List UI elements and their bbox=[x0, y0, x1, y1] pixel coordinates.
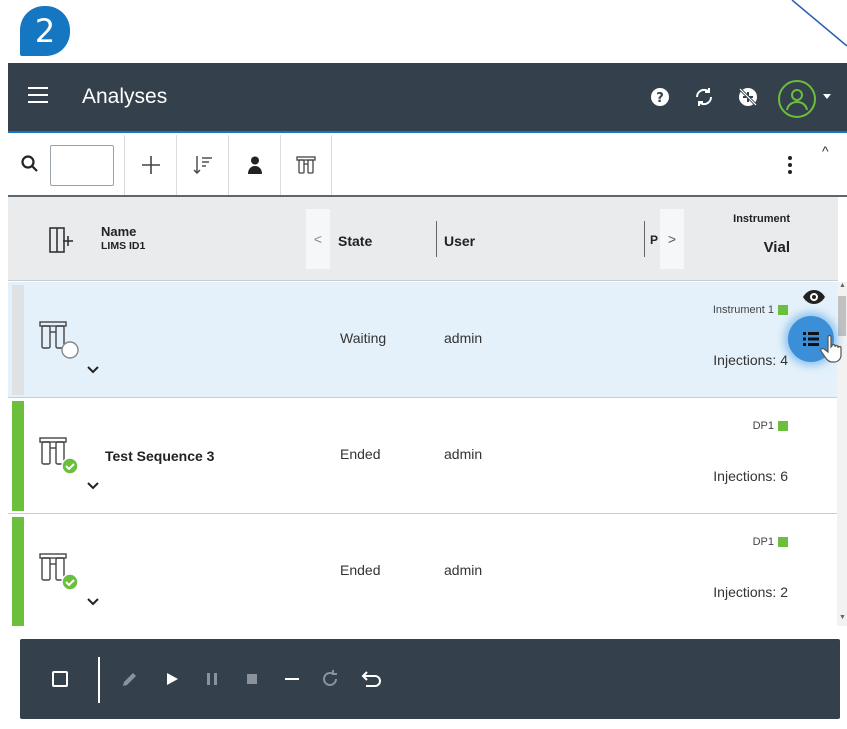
sequence-icon bbox=[38, 318, 82, 367]
scroll-up-arrow[interactable]: ▲ bbox=[839, 282, 846, 289]
list-icon bbox=[803, 332, 819, 346]
row-state: Ended bbox=[340, 562, 381, 578]
person-filter-icon bbox=[247, 156, 262, 174]
add-icon bbox=[141, 156, 160, 174]
row-state: Ended bbox=[340, 446, 381, 462]
row-instrument: Instrument 1 bbox=[608, 304, 788, 316]
analyses-list: Waiting admin Instrument 1 Injections: 4… bbox=[8, 282, 838, 626]
sequence-button[interactable] bbox=[280, 135, 332, 195]
expand-chevron-icon[interactable] bbox=[86, 594, 100, 612]
row-user: admin bbox=[444, 562, 483, 578]
column-p[interactable]: P bbox=[650, 233, 658, 247]
action-bar bbox=[20, 639, 840, 719]
table-row[interactable]: Ended admin DP1 Injections: 2 bbox=[8, 514, 838, 626]
column-state[interactable]: State bbox=[338, 233, 372, 249]
hamburger-menu-icon[interactable] bbox=[28, 87, 48, 107]
toolbar: ^ bbox=[8, 135, 847, 197]
sequence-icon bbox=[38, 550, 82, 599]
collapse-toolbar-icon[interactable]: ^ bbox=[822, 143, 829, 159]
refresh-icon[interactable] bbox=[318, 667, 342, 691]
page-title: Analyses bbox=[82, 85, 168, 108]
expand-chevron-icon[interactable] bbox=[86, 478, 100, 496]
row-status-indicator bbox=[12, 401, 24, 511]
table-row[interactable]: Waiting admin Instrument 1 Injections: 4 bbox=[8, 282, 838, 398]
instrument-status-square bbox=[778, 537, 788, 547]
top-bar: Analyses ? bbox=[8, 63, 847, 133]
row-user: admin bbox=[444, 330, 483, 346]
column-name[interactable]: Name LIMS ID1 bbox=[101, 225, 145, 253]
analyses-app: Analyses ? ^ Name LIMS ID1 < State User … bbox=[8, 63, 847, 729]
hand-cursor-icon bbox=[820, 334, 846, 369]
minus-icon[interactable] bbox=[280, 667, 304, 691]
column-resize-handle[interactable] bbox=[644, 221, 645, 257]
scroll-columns-right-button[interactable]: > bbox=[660, 209, 684, 269]
row-injections: Injections: 2 bbox=[713, 584, 788, 600]
sort-button[interactable] bbox=[176, 135, 228, 195]
column-header-row: Name LIMS ID1 < State User P > Instrumen… bbox=[8, 197, 838, 281]
row-instrument-label: DP1 bbox=[752, 420, 774, 432]
sequence-icon bbox=[296, 156, 316, 174]
add-button[interactable] bbox=[124, 135, 176, 195]
edit-icon[interactable] bbox=[118, 667, 142, 691]
scrollbar-thumb[interactable] bbox=[838, 296, 846, 336]
table-row[interactable]: Test Sequence 3 Ended admin DP1 Injectio… bbox=[8, 398, 838, 514]
row-name: Test Sequence 3 bbox=[105, 448, 215, 464]
scroll-down-arrow[interactable]: ▼ bbox=[839, 614, 846, 621]
pause-icon[interactable] bbox=[200, 667, 224, 691]
scroll-columns-left-button[interactable]: < bbox=[306, 209, 330, 269]
eye-icon[interactable] bbox=[802, 289, 826, 310]
expand-chevron-icon[interactable] bbox=[86, 362, 100, 380]
sequence-icon bbox=[38, 434, 82, 483]
person-filter-button[interactable] bbox=[228, 135, 280, 195]
row-injections: Injections: 4 bbox=[713, 352, 788, 368]
row-status-indicator bbox=[12, 517, 24, 626]
row-instrument: DP1 bbox=[608, 536, 788, 548]
svg-text:?: ? bbox=[656, 91, 664, 106]
avatar-dropdown-caret[interactable] bbox=[823, 94, 831, 99]
column-vial[interactable]: Vial bbox=[708, 239, 790, 256]
row-state: Waiting bbox=[340, 330, 387, 346]
instrument-status-square bbox=[778, 305, 788, 315]
column-user[interactable]: User bbox=[444, 233, 475, 249]
column-resize-handle[interactable] bbox=[436, 221, 437, 257]
sync-icon[interactable] bbox=[692, 85, 716, 109]
stop-icon[interactable] bbox=[240, 667, 264, 691]
row-status-indicator bbox=[12, 285, 24, 395]
undo-icon[interactable] bbox=[360, 667, 384, 691]
sort-icon bbox=[193, 156, 212, 174]
select-all-checkbox[interactable] bbox=[52, 671, 68, 687]
search-icon[interactable] bbox=[20, 154, 40, 179]
search-input[interactable] bbox=[50, 145, 114, 186]
user-avatar-icon[interactable] bbox=[778, 80, 816, 118]
help-icon[interactable]: ? bbox=[648, 85, 672, 109]
row-instrument-label: DP1 bbox=[752, 536, 774, 548]
divider bbox=[98, 657, 100, 703]
column-name-label: Name bbox=[101, 224, 137, 239]
offline-icon[interactable] bbox=[736, 85, 760, 109]
column-instrument[interactable]: Instrument bbox=[688, 213, 790, 225]
play-icon[interactable] bbox=[160, 667, 184, 691]
column-lims-id-label: LIMS ID1 bbox=[101, 240, 146, 252]
row-instrument: DP1 bbox=[608, 420, 788, 432]
row-injections: Injections: 6 bbox=[713, 468, 788, 484]
instrument-status-square bbox=[778, 421, 788, 431]
row-user: admin bbox=[444, 446, 483, 462]
more-options-icon[interactable] bbox=[788, 156, 794, 177]
add-column-icon[interactable] bbox=[48, 226, 74, 259]
row-instrument-label: Instrument 1 bbox=[712, 304, 774, 316]
